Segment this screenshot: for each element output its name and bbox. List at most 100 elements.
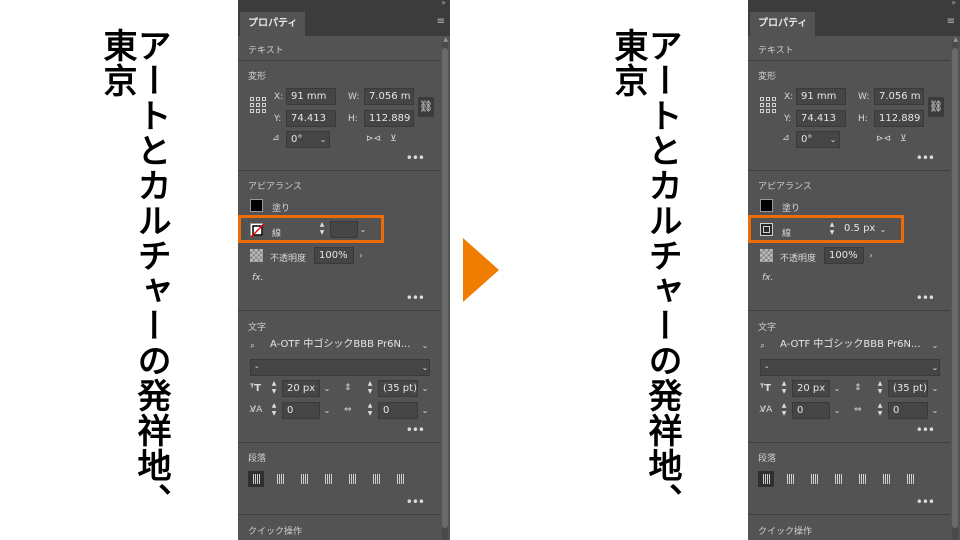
opacity-input[interactable]: 100%: [314, 247, 354, 264]
rotate-icon: ⊿: [272, 133, 280, 143]
flip-vertical-icon[interactable]: ⊻: [390, 134, 397, 144]
height-input[interactable]: 112.889: [874, 110, 924, 127]
flip-horizontal-icon[interactable]: ⊳⊲: [876, 134, 891, 144]
leading-icon: ⇕: [854, 383, 862, 393]
section-title-character: 文字: [758, 323, 777, 333]
artboard-before: アートとカルチャーの発祥地、東京: [0, 0, 238, 540]
font-size-input[interactable]: 20 px: [792, 380, 830, 397]
section-text: テキスト: [238, 36, 440, 61]
align-bottom-icon[interactable]: [806, 471, 822, 487]
chevron-down-icon[interactable]: ⌄: [418, 380, 432, 397]
vertical-text-after: アートとカルチャーの発祥地、東京: [608, 28, 682, 518]
search-icon[interactable]: ⌕: [250, 341, 255, 351]
tab-properties[interactable]: プロパティ: [750, 12, 816, 36]
y-input[interactable]: 74.413: [796, 110, 846, 127]
collapse-icon[interactable]: »: [951, 0, 956, 7]
search-icon[interactable]: ⌕: [760, 341, 765, 351]
justify-center-icon[interactable]: [344, 471, 360, 487]
height-input[interactable]: 112.889: [364, 110, 414, 127]
more-options-icon[interactable]: •••: [916, 423, 935, 437]
kerning-input[interactable]: 0: [792, 402, 830, 419]
align-top-icon[interactable]: [248, 471, 264, 487]
width-input[interactable]: 7.056 m: [364, 88, 414, 105]
justify-all-icon[interactable]: [392, 471, 408, 487]
font-family-select[interactable]: A-OTF 中ゴシックBBB Pr6N...: [776, 337, 942, 354]
chevron-down-icon[interactable]: ⌄: [928, 359, 942, 376]
stroke-highlight-box: [238, 215, 384, 243]
font-family-select[interactable]: A-OTF 中ゴシックBBB Pr6N...: [266, 337, 432, 354]
more-options-icon[interactable]: •••: [406, 291, 425, 305]
kerning-input[interactable]: 0: [282, 402, 320, 419]
leading-input[interactable]: (35 pt): [378, 380, 418, 397]
chevron-right-icon[interactable]: ›: [354, 247, 368, 264]
fill-swatch-icon[interactable]: [760, 199, 773, 212]
x-input[interactable]: 91 mm: [796, 88, 846, 105]
chevron-down-icon[interactable]: ⌄: [928, 337, 942, 354]
tracking-icon: ⇔: [344, 405, 352, 415]
chevron-down-icon[interactable]: ⌄: [826, 131, 840, 148]
more-options-icon[interactable]: •••: [406, 423, 425, 437]
chevron-down-icon[interactable]: ⌄: [928, 402, 942, 419]
tab-properties[interactable]: プロパティ: [240, 12, 306, 36]
more-options-icon[interactable]: •••: [916, 495, 935, 509]
section-title-transform: 変形: [758, 72, 777, 82]
justify-top-icon[interactable]: [320, 471, 336, 487]
chevron-down-icon[interactable]: ⌄: [320, 380, 334, 397]
chevron-down-icon[interactable]: ⌄: [830, 380, 844, 397]
more-options-icon[interactable]: •••: [916, 151, 935, 165]
fill-swatch-icon[interactable]: [250, 199, 263, 212]
align-top-icon[interactable]: [758, 471, 774, 487]
kerning-icon: V̸A: [760, 405, 773, 415]
justify-bottom-icon[interactable]: [878, 471, 894, 487]
chevron-down-icon[interactable]: ⌄: [928, 380, 942, 397]
paragraph-align-row: [248, 471, 408, 487]
chevron-down-icon[interactable]: ⌄: [830, 402, 844, 419]
tracking-input[interactable]: 0: [888, 402, 928, 419]
panel-scrollbar[interactable]: ▲: [442, 36, 448, 540]
font-style-select[interactable]: -: [760, 359, 940, 376]
chevron-down-icon[interactable]: ⌄: [320, 402, 334, 419]
align-center-icon[interactable]: [272, 471, 288, 487]
y-input[interactable]: 74.413: [286, 110, 336, 127]
collapse-icon[interactable]: »: [441, 0, 446, 7]
more-options-icon[interactable]: •••: [406, 495, 425, 509]
more-options-icon[interactable]: •••: [916, 291, 935, 305]
panel-scrollbar[interactable]: ▲: [952, 36, 958, 540]
section-title-text: テキスト: [248, 46, 284, 56]
x-input[interactable]: 91 mm: [286, 88, 336, 105]
tracking-icon: ⇔: [854, 405, 862, 415]
constrain-proportions-icon[interactable]: ⛓: [418, 97, 434, 117]
chevron-down-icon[interactable]: ⌄: [418, 402, 432, 419]
constrain-proportions-icon[interactable]: ⛓: [928, 97, 944, 117]
align-bottom-icon[interactable]: [296, 471, 312, 487]
justify-top-icon[interactable]: [830, 471, 846, 487]
justify-center-icon[interactable]: [854, 471, 870, 487]
tracking-input[interactable]: 0: [378, 402, 418, 419]
align-center-icon[interactable]: [782, 471, 798, 487]
justify-bottom-icon[interactable]: [368, 471, 384, 487]
panel-menu-icon[interactable]: ≡: [947, 16, 955, 27]
section-text: テキスト: [748, 36, 950, 61]
font-style-select[interactable]: -: [250, 359, 430, 376]
more-options-icon[interactable]: •••: [406, 151, 425, 165]
section-quick-actions: クイック操作: [748, 515, 950, 540]
font-size-input[interactable]: 20 px: [282, 380, 320, 397]
artboard-after: アートとカルチャーの発祥地、東京: [512, 0, 748, 540]
chevron-down-icon[interactable]: ⌄: [418, 359, 432, 376]
panel-menu-icon[interactable]: ≡: [437, 16, 445, 27]
chevron-down-icon[interactable]: ⌄: [418, 337, 432, 354]
chevron-down-icon[interactable]: ⌄: [316, 131, 330, 148]
leading-input[interactable]: (35 pt): [888, 380, 928, 397]
justify-all-icon[interactable]: [902, 471, 918, 487]
flip-horizontal-icon[interactable]: ⊳⊲: [366, 134, 381, 144]
opacity-input[interactable]: 100%: [824, 247, 864, 264]
section-title-paragraph: 段落: [248, 454, 267, 464]
fx-icon[interactable]: fx.: [252, 273, 263, 283]
reference-point-icon[interactable]: [760, 97, 776, 113]
flip-vertical-icon[interactable]: ⊻: [900, 134, 907, 144]
opacity-icon: [250, 249, 263, 262]
chevron-right-icon[interactable]: ›: [864, 247, 878, 264]
reference-point-icon[interactable]: [250, 97, 266, 113]
fx-icon[interactable]: fx.: [762, 273, 773, 283]
width-input[interactable]: 7.056 m: [874, 88, 924, 105]
